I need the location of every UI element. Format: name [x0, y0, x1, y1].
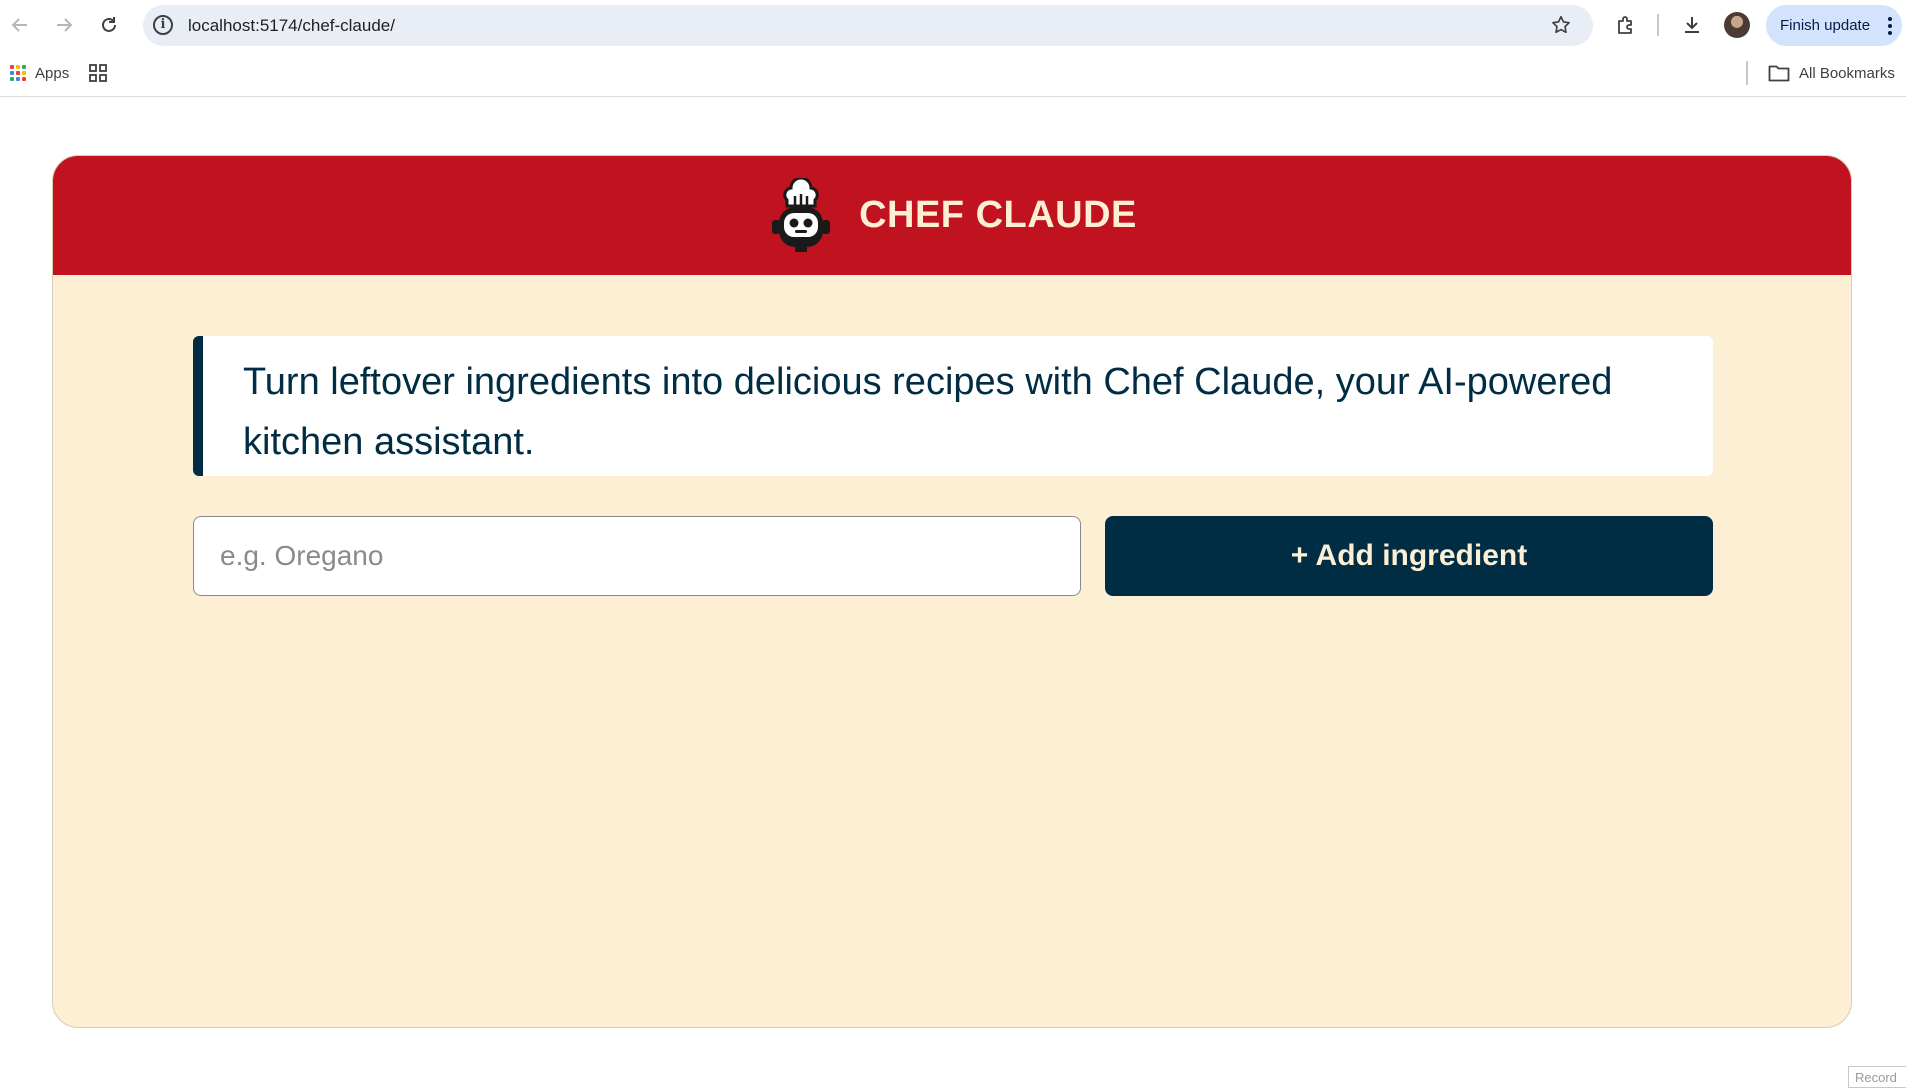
site-info-icon[interactable]: i	[153, 15, 173, 35]
url-text[interactable]: localhost:5174/chef-claude/	[188, 5, 395, 46]
finish-update-label: Finish update	[1780, 17, 1871, 34]
browser-toolbar: i localhost:5174/chef-claude/ Finish upd…	[0, 0, 1906, 50]
app-title: CHEF CLAUDE	[859, 194, 1137, 236]
chef-robot-icon	[772, 177, 831, 252]
intro-text: Turn leftover ingredients into delicious…	[243, 361, 1613, 463]
forward-arrow-icon[interactable]	[48, 9, 80, 41]
finish-update-button[interactable]: Finish update	[1766, 5, 1902, 46]
extensions-icon[interactable]	[1610, 9, 1642, 41]
more-vert-icon[interactable]	[1888, 17, 1892, 38]
apps-bookmark[interactable]: Apps	[10, 62, 69, 84]
intro-callout: Turn leftover ingredients into delicious…	[193, 336, 1713, 476]
tab-groups-icon[interactable]	[88, 63, 108, 83]
reload-icon[interactable]	[93, 9, 125, 41]
apps-grid-icon	[10, 65, 26, 81]
all-bookmarks-label: All Bookmarks	[1799, 64, 1895, 82]
profile-avatar[interactable]	[1724, 12, 1750, 38]
ingredient-input[interactable]	[193, 516, 1081, 596]
bookmarks-bar: Apps All Bookmarks	[0, 50, 1906, 97]
bookmarks-divider	[1746, 61, 1748, 85]
download-icon[interactable]	[1676, 9, 1708, 41]
record-tag[interactable]: Record	[1848, 1066, 1906, 1088]
chef-claude-app: CHEF CLAUDE Turn leftover ingredients in…	[52, 155, 1852, 1028]
toolbar-divider	[1657, 14, 1659, 36]
apps-label: Apps	[35, 64, 70, 82]
folder-icon	[1768, 65, 1790, 82]
add-ingredient-button[interactable]: + Add ingredient	[1105, 516, 1713, 596]
all-bookmarks-button[interactable]: All Bookmarks	[1768, 62, 1895, 84]
back-arrow-icon[interactable]	[4, 9, 36, 41]
app-header: CHEF CLAUDE	[53, 156, 1851, 275]
address-bar[interactable]: i localhost:5174/chef-claude/	[143, 5, 1593, 46]
bookmark-star-icon[interactable]	[1547, 11, 1575, 39]
